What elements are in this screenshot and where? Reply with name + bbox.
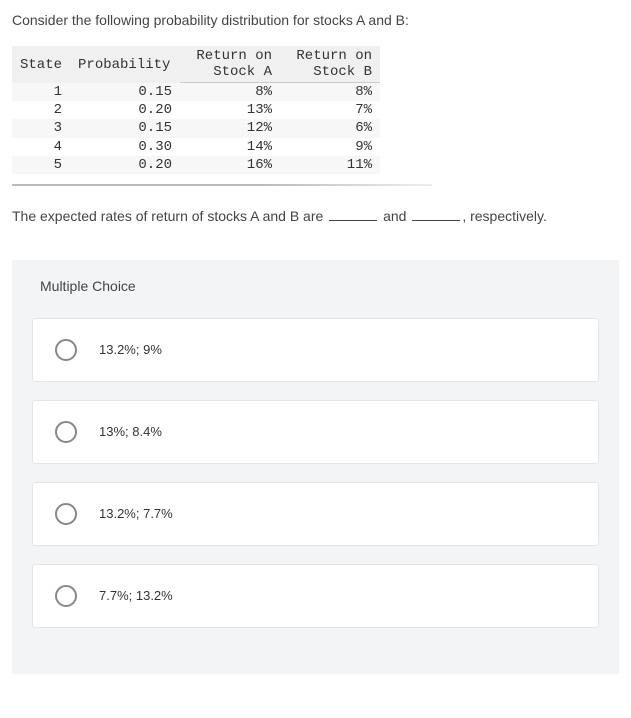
- fill-post: , respectively.: [462, 208, 547, 224]
- choice-option[interactable]: 13%; 8.4%: [32, 400, 599, 464]
- cell-a: 16%: [180, 156, 280, 174]
- table-row: 2 0.20 13% 7%: [12, 101, 380, 119]
- cell-state: 1: [12, 83, 70, 102]
- cell-b: 7%: [280, 101, 380, 119]
- table-row: 5 0.20 16% 11%: [12, 156, 380, 174]
- col-header-stock-a: Stock A: [180, 64, 280, 83]
- fill-mid: and: [379, 208, 410, 224]
- cell-prob: 0.20: [70, 156, 180, 174]
- choice-label: 13.2%; 7.7%: [99, 506, 173, 521]
- table-divider: [12, 184, 432, 186]
- question-prompt: Consider the following probability distr…: [12, 12, 619, 28]
- data-table: State Probability Return on Return on St…: [12, 46, 619, 174]
- choice-option[interactable]: 7.7%; 13.2%: [32, 564, 599, 628]
- choice-label: 13%; 8.4%: [99, 424, 162, 439]
- cell-b: 11%: [280, 156, 380, 174]
- cell-a: 13%: [180, 101, 280, 119]
- cell-prob: 0.20: [70, 101, 180, 119]
- radio-icon[interactable]: [55, 421, 77, 443]
- cell-state: 2: [12, 101, 70, 119]
- cell-state: 5: [12, 156, 70, 174]
- radio-icon[interactable]: [55, 585, 77, 607]
- cell-b: 6%: [280, 119, 380, 137]
- cell-b: 8%: [280, 83, 380, 102]
- blank-1: [329, 209, 377, 221]
- col-header-state: State: [12, 46, 70, 83]
- col-header-return-on-a: Return on: [180, 46, 280, 64]
- choice-label: 13.2%; 9%: [99, 342, 162, 357]
- cell-state: 3: [12, 119, 70, 137]
- cell-prob: 0.15: [70, 119, 180, 137]
- col-header-probability: Probability: [70, 46, 180, 83]
- choice-option[interactable]: 13.2%; 7.7%: [32, 482, 599, 546]
- mc-title: Multiple Choice: [40, 278, 599, 294]
- cell-a: 8%: [180, 83, 280, 102]
- cell-prob: 0.30: [70, 138, 180, 156]
- cell-prob: 0.15: [70, 83, 180, 102]
- table-row: 3 0.15 12% 6%: [12, 119, 380, 137]
- blank-2: [412, 209, 460, 221]
- fill-in-sentence: The expected rates of return of stocks A…: [12, 208, 619, 224]
- table-row: 4 0.30 14% 9%: [12, 138, 380, 156]
- table-row: 1 0.15 8% 8%: [12, 83, 380, 102]
- radio-icon[interactable]: [55, 503, 77, 525]
- cell-b: 9%: [280, 138, 380, 156]
- cell-a: 12%: [180, 119, 280, 137]
- choice-label: 7.7%; 13.2%: [99, 588, 173, 603]
- cell-a: 14%: [180, 138, 280, 156]
- cell-state: 4: [12, 138, 70, 156]
- multiple-choice-section: Multiple Choice 13.2%; 9% 13%; 8.4% 13.2…: [12, 260, 619, 674]
- radio-icon[interactable]: [55, 339, 77, 361]
- col-header-return-on-b: Return on: [280, 46, 380, 64]
- choice-option[interactable]: 13.2%; 9%: [32, 318, 599, 382]
- col-header-stock-b: Stock B: [280, 64, 380, 83]
- fill-pre: The expected rates of return of stocks A…: [12, 208, 327, 224]
